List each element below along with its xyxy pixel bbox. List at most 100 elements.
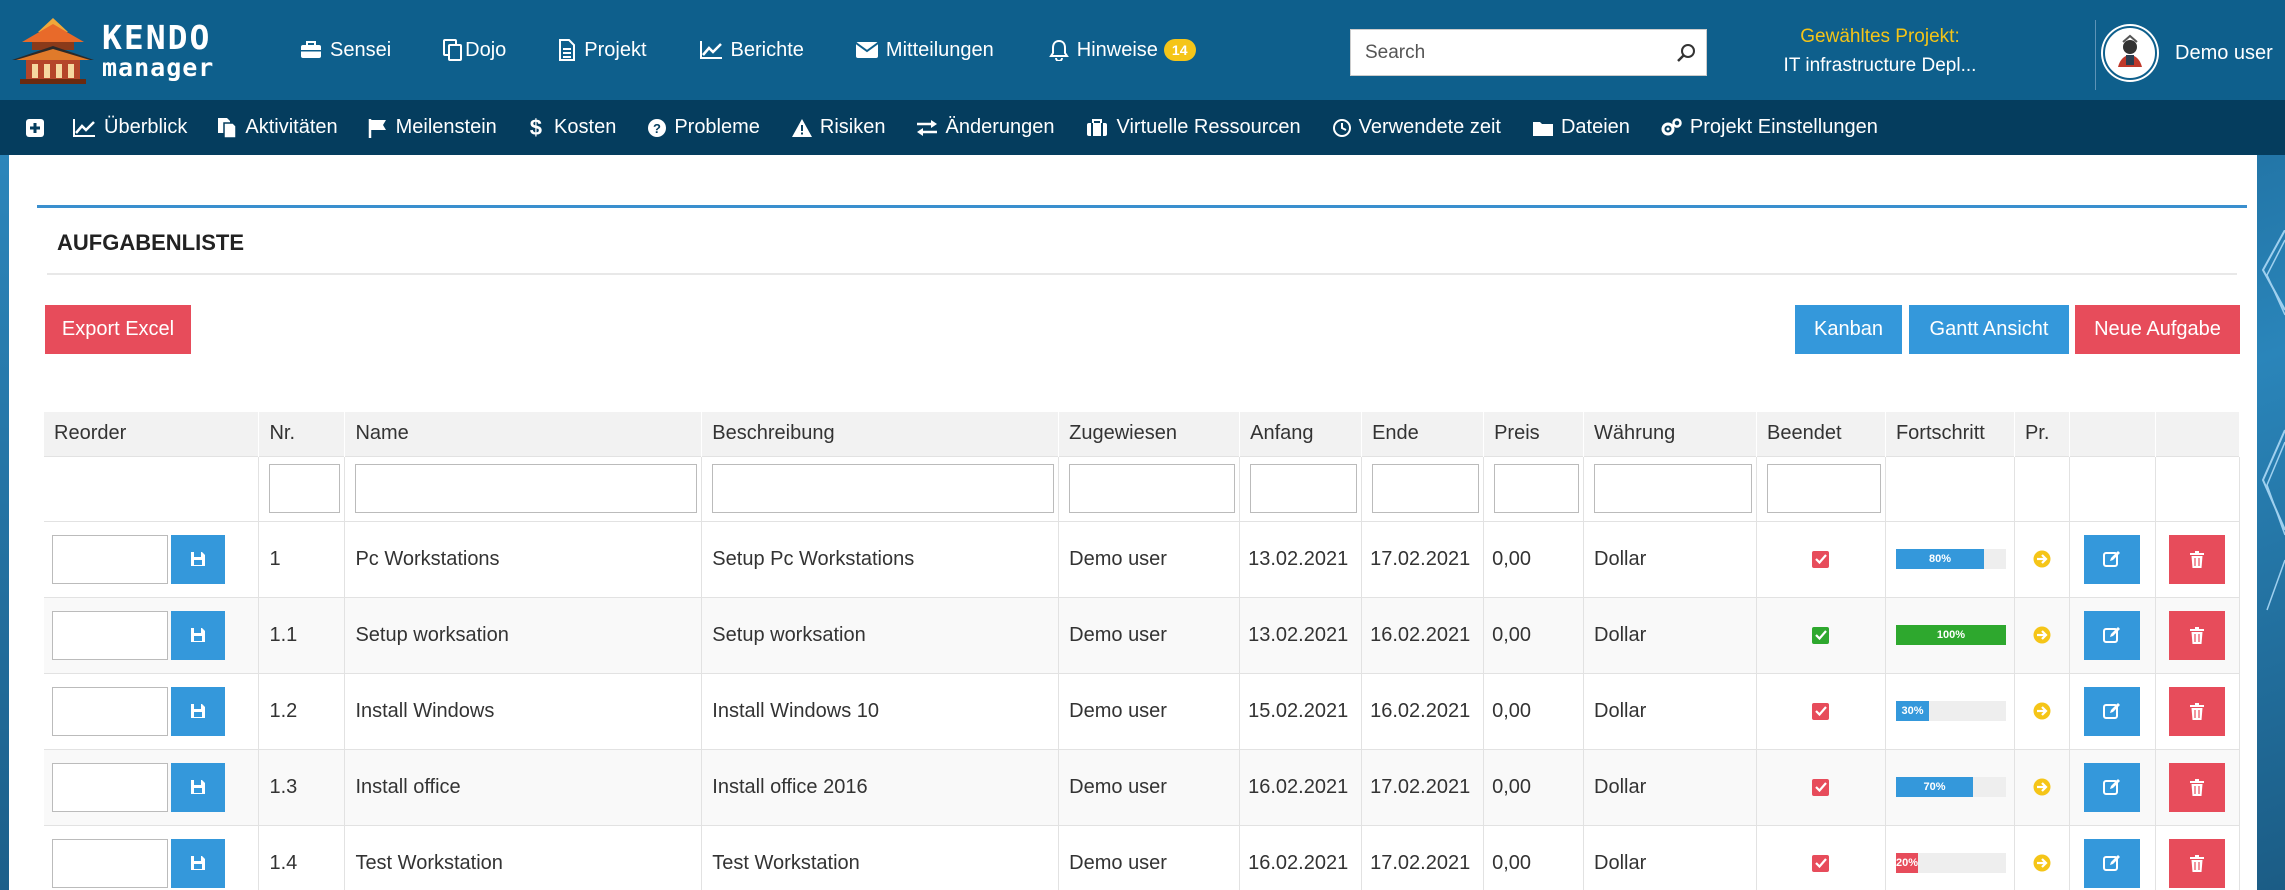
app-logo[interactable]: KENDO manager (10, 14, 230, 86)
edit-task-button[interactable] (2084, 534, 2141, 584)
gantt-view-button[interactable]: Gantt Ansicht (1909, 305, 2069, 354)
priority-arrow-icon (2033, 626, 2051, 644)
cell-beendet (1756, 824, 1886, 890)
cogs-icon (1660, 117, 1682, 138)
cell-preis: 0,00 (1483, 824, 1585, 890)
edit-icon (2103, 551, 2121, 567)
subnav-projekt-einstellungen[interactable]: Projekt Einstellungen (1660, 116, 1878, 139)
nav-projekt[interactable]: Projekt (558, 39, 647, 62)
subnav-meilenstein[interactable]: Meilenstein (368, 116, 497, 139)
col-header-ende[interactable]: Ende (1361, 412, 1485, 456)
delete-task-button[interactable] (2169, 838, 2226, 888)
reorder-input[interactable] (52, 762, 168, 812)
progress-fill: 100% (1895, 625, 2006, 645)
filter-waehrung-input[interactable] (1594, 464, 1752, 513)
subnav-probleme[interactable]: ? Probleme (648, 116, 760, 139)
selected-project[interactable]: Gewähltes Projekt: IT infrastructure Dep… (1730, 26, 2030, 77)
save-order-button[interactable] (171, 686, 225, 736)
edit-task-button[interactable] (2084, 610, 2141, 660)
subnav-aenderungen[interactable]: Änderungen (916, 116, 1054, 139)
export-excel-button[interactable]: Export Excel (45, 305, 191, 354)
edit-task-button[interactable] (2084, 838, 2141, 888)
col-header-anfang[interactable]: Anfang (1239, 412, 1363, 456)
subnav-ueberblick[interactable]: Überblick (72, 116, 187, 139)
progress-bar: 70% (1895, 777, 2006, 797)
col-header-waehrung[interactable]: Währung (1583, 412, 1757, 456)
reorder-input[interactable] (52, 610, 168, 660)
reorder-input[interactable] (52, 838, 168, 888)
samurai-avatar-icon (2118, 34, 2142, 67)
nav-hinweise[interactable]: Hinweise 14 (1048, 39, 1196, 62)
subnav-add[interactable] (26, 118, 44, 137)
floppy-disk-icon (191, 552, 205, 566)
delete-task-button[interactable] (2169, 762, 2226, 812)
user-menu[interactable]: Demo user (2103, 26, 2273, 80)
save-order-button[interactable] (171, 610, 225, 660)
save-order-button[interactable] (171, 762, 225, 812)
reorder-input[interactable] (52, 686, 168, 736)
col-header-reorder[interactable]: Reorder (44, 412, 260, 456)
delete-task-button[interactable] (2169, 534, 2226, 584)
subnav-risiken[interactable]: Risiken (791, 116, 886, 139)
search-input[interactable] (1351, 30, 1666, 75)
svg-text:?: ? (653, 121, 661, 136)
col-header-beendet[interactable]: Beendet (1756, 412, 1886, 456)
col-header-name[interactable]: Name (344, 412, 703, 456)
subnav-virtuelle-ressourcen[interactable]: Virtuelle Ressourcen (1086, 116, 1301, 139)
filter-anfang-input[interactable] (1250, 464, 1358, 513)
col-header-nr[interactable]: Nr. (258, 412, 346, 456)
filter-zugewiesen-input[interactable] (1069, 464, 1236, 513)
filter-cell-fortschritt (1885, 455, 2015, 521)
edit-task-button[interactable] (2084, 686, 2141, 736)
save-order-button[interactable] (171, 534, 225, 584)
new-task-button[interactable]: Neue Aufgabe (2075, 305, 2240, 354)
filter-beschreibung-input[interactable] (712, 464, 1055, 513)
save-order-button[interactable] (171, 838, 225, 888)
subnav-aktivitaeten[interactable]: Aktivitäten (217, 116, 338, 139)
progress-bar: 100% (1895, 625, 2006, 645)
cell-waehrung: Dollar (1583, 748, 1757, 825)
subnav-dateien[interactable]: Dateien (1532, 116, 1630, 139)
cell-edit (2069, 748, 2156, 825)
subnav-verwendete-zeit-label: Verwendete zeit (1358, 116, 1501, 138)
subnav-verwendete-zeit[interactable]: Verwendete zeit (1332, 116, 1501, 139)
col-header-prioritaet[interactable]: Pr. (2014, 412, 2070, 456)
cell-name: Install Windows (344, 672, 703, 749)
subnav-kosten[interactable]: $ Kosten (530, 115, 617, 141)
cell-prioritaet (2014, 824, 2070, 890)
filter-beendet-input[interactable] (1767, 464, 1881, 513)
delete-task-button[interactable] (2169, 610, 2226, 660)
cell-prioritaet (2014, 520, 2070, 597)
cell-preis: 0,00 (1483, 672, 1585, 749)
col-header-preis[interactable]: Preis (1483, 412, 1585, 456)
nav-sensei[interactable]: Sensei (300, 39, 391, 62)
reorder-cell (44, 748, 260, 825)
done-checkbox-icon[interactable] (1812, 778, 1830, 796)
col-header-beschreibung[interactable]: Beschreibung (701, 412, 1060, 456)
nav-mitteilungen[interactable]: Mitteilungen (855, 39, 994, 62)
top-bar: KENDO manager Sensei Dojo Projekt Berich… (0, 0, 2285, 100)
filter-preis-input[interactable] (1494, 464, 1580, 513)
done-checkbox-icon[interactable] (1812, 550, 1830, 568)
cell-delete (2155, 596, 2241, 673)
search-icon[interactable] (1666, 43, 1706, 63)
col-header-zugewiesen[interactable]: Zugewiesen (1058, 412, 1241, 456)
edit-task-button[interactable] (2084, 762, 2141, 812)
cell-beschreibung: Test Workstation (701, 824, 1060, 890)
delete-task-button[interactable] (2169, 686, 2226, 736)
done-checkbox-icon[interactable] (1812, 854, 1830, 872)
kanban-button[interactable]: Kanban (1795, 305, 1902, 354)
col-header-delete (2155, 412, 2241, 456)
filter-ende-input[interactable] (1372, 464, 1480, 513)
subnav-risiken-label: Risiken (819, 116, 886, 138)
col-header-fortschritt[interactable]: Fortschritt (1885, 412, 2015, 456)
filter-name-input[interactable] (355, 464, 698, 513)
nav-berichte[interactable]: Berichte (699, 39, 804, 62)
cell-beschreibung: Install office 2016 (701, 748, 1060, 825)
cell-name: Test Workstation (344, 824, 703, 890)
done-checkbox-icon[interactable] (1812, 626, 1830, 644)
reorder-input[interactable] (52, 534, 168, 584)
nav-dojo[interactable]: Dojo (443, 39, 506, 62)
filter-nr-input[interactable] (269, 464, 341, 513)
done-checkbox-icon[interactable] (1812, 702, 1830, 720)
